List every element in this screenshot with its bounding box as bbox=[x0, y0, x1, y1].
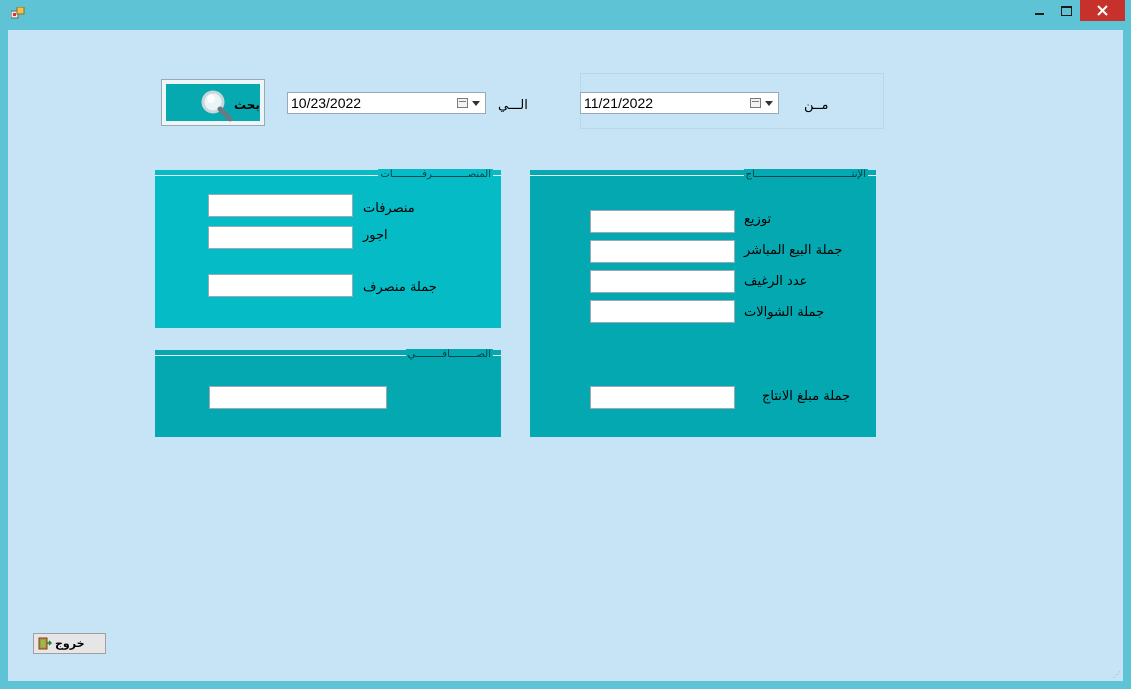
client-area: مــن 11/21/2022 الـــي 10/23/2022 بحث ال… bbox=[8, 30, 1123, 681]
loaf-count-label: عدد الرغيف bbox=[744, 274, 808, 289]
expense-total-field[interactable] bbox=[208, 274, 353, 297]
expenses-group-title: المنصــــــــــــرفــــــــــات bbox=[378, 169, 493, 180]
distribution-field[interactable] bbox=[590, 210, 735, 233]
from-label: مــن bbox=[804, 98, 829, 113]
title-bar[interactable] bbox=[0, 0, 1131, 26]
expense-total-label: جملة منصرف bbox=[363, 280, 437, 295]
exit-door-icon bbox=[38, 637, 52, 650]
chevron-down-icon[interactable] bbox=[765, 101, 773, 106]
search-button-label: بحث bbox=[234, 98, 260, 112]
net-group: الصـــــــــافـــــــــي bbox=[155, 349, 501, 437]
close-button[interactable] bbox=[1080, 0, 1125, 21]
wages-label: اجور bbox=[363, 228, 388, 243]
search-button-face: بحث bbox=[166, 84, 260, 122]
production-group: الإنتـــــــــــــــــــــــــــــــــاج… bbox=[530, 169, 876, 437]
to-date-value: 10/23/2022 bbox=[291, 95, 362, 111]
wages-field[interactable] bbox=[208, 226, 353, 249]
from-date-picker[interactable]: 11/21/2022 bbox=[580, 92, 779, 114]
net-group-title: الصـــــــــافـــــــــي bbox=[405, 349, 493, 360]
maximize-icon bbox=[1061, 5, 1072, 16]
chevron-down-icon[interactable] bbox=[472, 101, 480, 106]
resize-grip[interactable]: ⋰ bbox=[1113, 671, 1121, 679]
close-icon bbox=[1097, 5, 1108, 16]
expenses-field[interactable] bbox=[208, 194, 353, 217]
calendar-icon bbox=[750, 98, 761, 108]
magnifier-icon bbox=[201, 90, 233, 122]
exit-button-label: خروج bbox=[55, 637, 85, 650]
expenses-group: المنصــــــــــــرفــــــــــات منصرفات … bbox=[155, 169, 501, 328]
production-total-label: جملة مبلغ الانتاج bbox=[762, 389, 851, 404]
sacks-total-field[interactable] bbox=[590, 300, 735, 323]
production-total-field[interactable] bbox=[590, 386, 735, 409]
search-button[interactable]: بحث bbox=[161, 79, 265, 126]
sacks-total-label: جملة الشوالات bbox=[744, 305, 825, 320]
minimize-icon bbox=[1035, 12, 1044, 15]
maximize-button[interactable] bbox=[1053, 0, 1080, 21]
minimize-button[interactable] bbox=[1027, 0, 1053, 21]
net-field[interactable] bbox=[209, 386, 387, 409]
expenses-label: منصرفات bbox=[363, 201, 415, 216]
direct-sales-total-label: جملة البيع المباشر bbox=[744, 243, 843, 258]
to-label: الـــي bbox=[498, 98, 528, 113]
loaf-count-field[interactable] bbox=[590, 270, 735, 293]
app-window: مــن 11/21/2022 الـــي 10/23/2022 بحث ال… bbox=[0, 0, 1131, 689]
from-date-value: 11/21/2022 bbox=[584, 95, 654, 111]
calendar-icon bbox=[457, 98, 468, 108]
exit-button[interactable]: خروج bbox=[33, 633, 106, 654]
distribution-label: توزيع bbox=[744, 212, 772, 227]
direct-sales-total-field[interactable] bbox=[590, 240, 735, 263]
to-date-picker[interactable]: 10/23/2022 bbox=[287, 92, 486, 114]
app-icon bbox=[11, 7, 25, 19]
production-group-title: الإنتـــــــــــــــــــــــــــــــــاج bbox=[743, 169, 868, 180]
